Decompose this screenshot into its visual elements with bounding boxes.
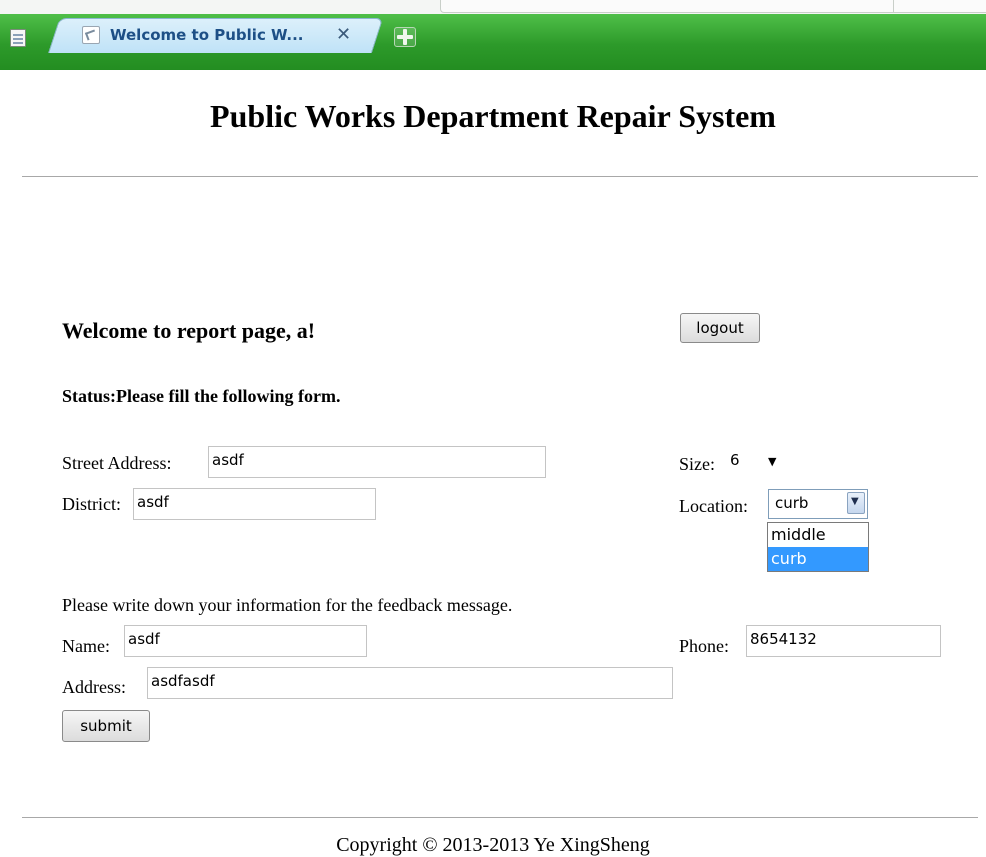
district-input[interactable]: asdf xyxy=(133,488,376,520)
location-label: Location: xyxy=(679,496,748,516)
name-input[interactable]: asdf xyxy=(124,625,367,657)
page-title: Public Works Department Repair System xyxy=(210,98,776,134)
address-bar[interactable] xyxy=(440,0,986,13)
phone-input[interactable]: 8654132 xyxy=(746,625,941,657)
district-label: District: xyxy=(62,494,121,514)
browser-chrome: Welcome to Public W... ✕ xyxy=(0,0,986,70)
size-select[interactable]: 6 ▼ xyxy=(724,447,792,477)
address-label: Address: xyxy=(62,677,126,697)
new-tab-button[interactable] xyxy=(394,27,416,47)
address-input[interactable]: asdfasdf xyxy=(147,667,673,699)
toolbar-strip xyxy=(0,0,986,15)
location-dropdown-list: middle curb xyxy=(767,522,869,572)
close-icon[interactable]: ✕ xyxy=(336,24,351,45)
size-label: Size: xyxy=(679,454,715,474)
street-address-input[interactable]: asdf xyxy=(208,446,546,478)
location-value: curb xyxy=(775,494,809,512)
menu-icon[interactable] xyxy=(4,26,34,50)
feedback-info-text: Please write down your information for t… xyxy=(62,595,513,615)
street-address-label: Street Address: xyxy=(62,453,172,473)
name-label: Name: xyxy=(62,636,110,656)
logout-button[interactable]: logout xyxy=(680,313,760,343)
copyright-text: Copyright © 2013-2013 Ye XingSheng xyxy=(336,834,650,856)
tab-title: Welcome to Public W... xyxy=(110,26,304,44)
chevron-down-icon: ▼ xyxy=(851,496,859,507)
submit-button[interactable]: submit xyxy=(62,710,150,742)
status-message: Status:Please fill the following form. xyxy=(62,386,341,406)
chevron-down-icon: ▼ xyxy=(768,455,777,468)
size-value: 6 xyxy=(730,451,740,469)
dropdown-arrow-button[interactable]: ▼ xyxy=(847,492,865,514)
divider-top xyxy=(22,176,978,177)
location-option-middle[interactable]: middle xyxy=(768,523,868,547)
location-option-curb[interactable]: curb xyxy=(768,547,868,571)
phone-label: Phone: xyxy=(679,636,730,656)
location-select[interactable]: curb ▼ xyxy=(768,489,868,519)
welcome-heading: Welcome to report page, a! xyxy=(62,318,316,343)
page-favicon-icon xyxy=(82,26,100,44)
divider-bottom xyxy=(22,817,978,818)
tab-content[interactable]: Welcome to Public W... ✕ xyxy=(60,20,370,52)
